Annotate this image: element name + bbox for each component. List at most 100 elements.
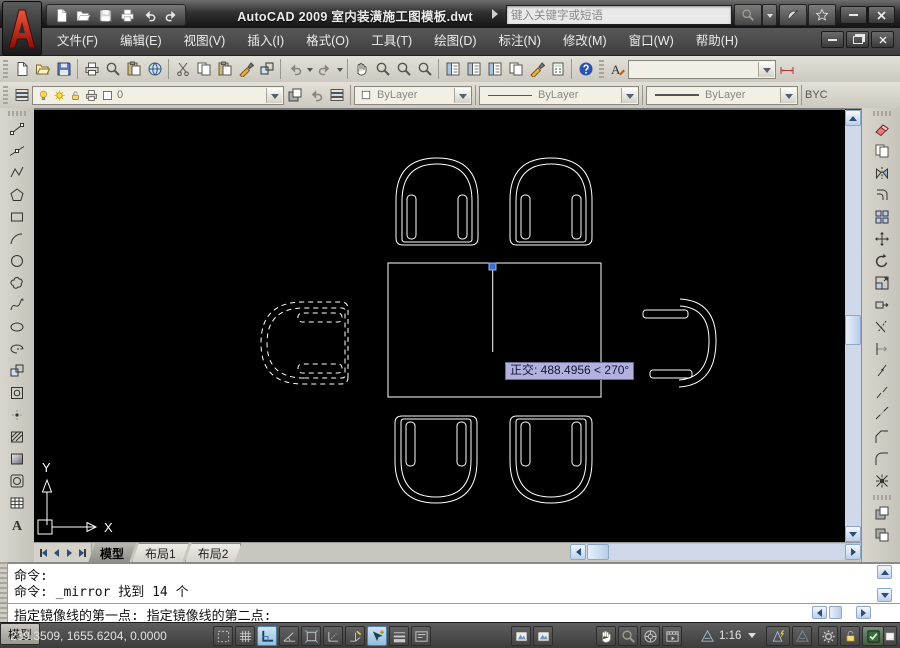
rectangle-button[interactable] (5, 206, 29, 228)
qat-print-button[interactable] (117, 6, 137, 24)
gradient-button[interactable] (5, 448, 29, 470)
menu-modify[interactable]: 修改(M) (552, 28, 618, 55)
lwt-toggle[interactable] (389, 626, 409, 646)
menu-view[interactable]: 视图(V) (173, 28, 237, 55)
layer-previous-button[interactable] (305, 85, 326, 106)
osnap-toggle[interactable] (301, 626, 321, 646)
command-window-grip[interactable] (0, 562, 8, 622)
bring-to-front-button[interactable] (870, 502, 894, 524)
sheet-set-button[interactable] (505, 59, 526, 80)
doc-close-button[interactable] (871, 31, 894, 48)
mirror-button[interactable] (870, 162, 894, 184)
tab-layout1[interactable]: 布局1 (132, 543, 189, 563)
redo-button[interactable] (314, 59, 335, 80)
prompt-scroll-thumb[interactable] (829, 606, 842, 619)
layer-states-button[interactable] (326, 85, 347, 106)
toolbar-grip[interactable] (599, 60, 604, 78)
table-button[interactable] (5, 492, 29, 514)
cut-button[interactable] (172, 59, 193, 80)
search-input[interactable] (507, 7, 731, 25)
infocenter-expand-icon[interactable] (492, 9, 498, 19)
status-zoom-button[interactable] (618, 626, 638, 646)
print-preview-button[interactable] (102, 59, 123, 80)
region-button[interactable] (5, 470, 29, 492)
search-dropdown-button[interactable] (762, 4, 777, 26)
status-pan-button[interactable] (596, 626, 616, 646)
snap-toggle[interactable] (213, 626, 233, 646)
toolbar-grip[interactable] (8, 111, 26, 116)
spline-button[interactable] (5, 294, 29, 316)
zoom-window-button[interactable] (393, 59, 414, 80)
quickcalc-button[interactable] (547, 59, 568, 80)
prompt-scroll-right-button[interactable] (856, 606, 871, 619)
line-button[interactable] (5, 118, 29, 140)
undo-dropdown[interactable] (305, 59, 314, 80)
menu-file[interactable]: 文件(F) (46, 28, 109, 55)
save-button[interactable] (53, 59, 74, 80)
plot-button[interactable] (123, 59, 144, 80)
make-block-button[interactable] (5, 382, 29, 404)
dim-style-button[interactable] (776, 59, 797, 80)
annotation-scale-value[interactable]: 1:16 (719, 630, 741, 642)
join-button[interactable] (870, 404, 894, 426)
workspace-switch-button[interactable] (818, 626, 838, 646)
toolbar-grip[interactable] (873, 495, 891, 500)
copy-object-button[interactable] (870, 140, 894, 162)
polygon-button[interactable] (5, 184, 29, 206)
menu-dimension[interactable]: 标注(N) (488, 28, 552, 55)
drawing-canvas[interactable]: Y X 正交: 488.4956 < 270° (34, 108, 845, 542)
command-scroll-up-button[interactable] (877, 565, 892, 579)
revision-cloud-button[interactable] (5, 272, 29, 294)
annotation-autoscale-button[interactable] (792, 626, 812, 646)
scroll-down-button[interactable] (845, 526, 861, 542)
tab-prev-button[interactable] (50, 546, 62, 560)
menu-draw[interactable]: 绘图(D) (423, 28, 487, 55)
open-button[interactable] (32, 59, 53, 80)
canvas-horizontal-scrollbar[interactable] (570, 544, 861, 560)
qat-save-button[interactable] (95, 6, 115, 24)
markup-button[interactable] (526, 59, 547, 80)
vertical-scroll-thumb[interactable] (845, 315, 861, 345)
explode-button[interactable] (870, 470, 894, 492)
break-at-point-button[interactable] (870, 360, 894, 382)
ortho-toggle[interactable] (257, 626, 277, 646)
dyn-toggle[interactable] (367, 626, 387, 646)
close-button[interactable] (868, 6, 895, 24)
insert-block-button[interactable] (5, 360, 29, 382)
minimize-button[interactable] (840, 6, 867, 24)
publish-button[interactable] (144, 59, 165, 80)
style-combo[interactable] (628, 60, 776, 79)
send-to-back-button[interactable] (870, 524, 894, 546)
tab-next-button[interactable] (63, 546, 75, 560)
offset-button[interactable] (870, 184, 894, 206)
status-display-button[interactable] (862, 626, 884, 646)
annotation-visibility-button[interactable] (766, 626, 790, 646)
chamfer-button[interactable] (870, 426, 894, 448)
break-button[interactable] (870, 382, 894, 404)
menu-insert[interactable]: 插入(I) (236, 28, 295, 55)
steering-wheel-button[interactable] (640, 626, 660, 646)
text-style-button[interactable]: A (607, 59, 628, 80)
qat-undo-button[interactable] (139, 6, 159, 24)
clean-screen-button[interactable] (883, 626, 897, 646)
polyline-button[interactable] (5, 162, 29, 184)
zoom-realtime-button[interactable] (372, 59, 393, 80)
block-editor-button[interactable] (256, 59, 277, 80)
autocad-logo[interactable] (2, 1, 42, 56)
qat-redo-button[interactable] (161, 6, 181, 24)
show-motion-button[interactable] (662, 626, 682, 646)
make-layer-current-button[interactable] (284, 85, 305, 106)
menu-tools[interactable]: 工具(T) (360, 28, 423, 55)
point-button[interactable] (5, 404, 29, 426)
fillet-button[interactable] (870, 448, 894, 470)
grip-point[interactable] (489, 263, 496, 270)
qat-new-button[interactable] (51, 6, 71, 24)
prompt-scroll-left-button[interactable] (812, 606, 827, 619)
help-button[interactable] (575, 59, 596, 80)
ellipse-button[interactable] (5, 316, 29, 338)
undo-button[interactable] (284, 59, 305, 80)
zoom-previous-button[interactable] (414, 59, 435, 80)
ellipse-arc-button[interactable] (5, 338, 29, 360)
construction-line-button[interactable] (5, 140, 29, 162)
scale-dropdown-icon[interactable] (748, 633, 756, 642)
